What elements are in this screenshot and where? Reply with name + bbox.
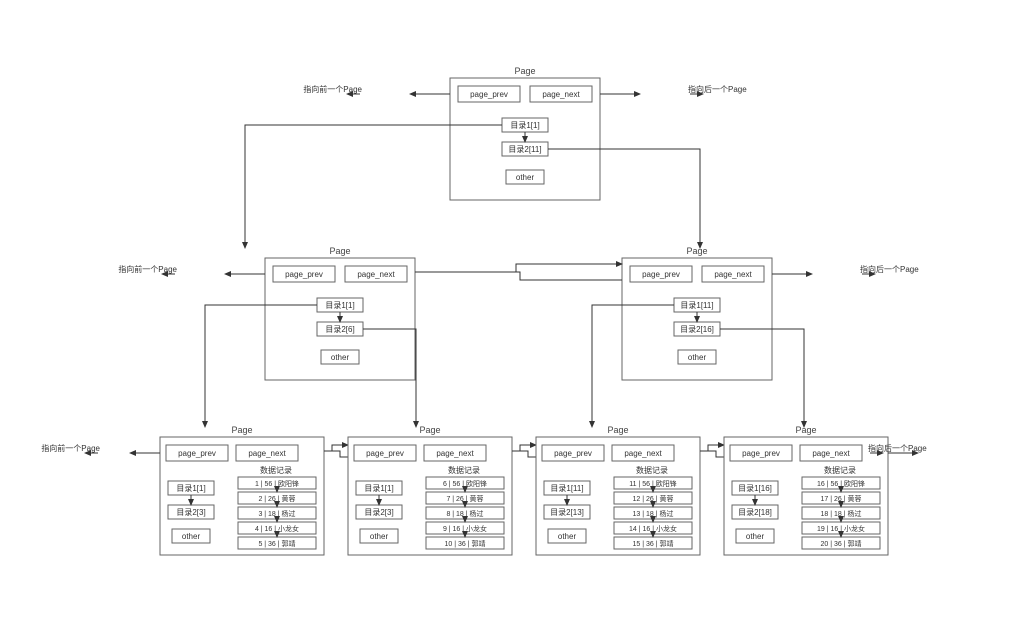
page-title: Page <box>795 425 816 435</box>
svg-text:other: other <box>688 353 707 362</box>
arrow <box>704 451 724 457</box>
page-prev-button[interactable]: page_prev <box>742 449 780 458</box>
page-title: Page <box>231 425 252 435</box>
page-title: Page <box>514 66 535 76</box>
other-entry: other <box>370 532 389 541</box>
dir-entry: 目录1[11] <box>550 484 583 493</box>
data-row: 13 | 18 | 杨过 <box>633 509 674 518</box>
dir-entry: 目录1[1] <box>176 484 205 493</box>
arrow <box>512 445 536 451</box>
dir-entry: 目录1[1] <box>510 121 539 130</box>
data-row: 11 | 56 | 欧阳锋 <box>629 479 676 488</box>
page-leaf: Page page_prev page_next 目录1[16] 目录2[18] othe… <box>724 425 888 555</box>
page-leaf: Page page_prev page_next 目录1[1] 目录2[3] other 数… <box>160 425 324 555</box>
data-row: 5 | 36 | 郭靖 <box>258 539 295 548</box>
other-entry: other <box>516 173 535 182</box>
data-row: 8 | 18 | 杨过 <box>446 509 483 518</box>
page-next-button[interactable]: page_next <box>542 90 580 99</box>
data-row: 19 | 16 | 小龙女 <box>817 524 865 533</box>
arrow <box>510 272 622 280</box>
data-row: 16 | 56 | 欧阳锋 <box>817 479 865 488</box>
data-row: 7 | 26 | 黄蓉 <box>446 494 483 503</box>
arrow <box>324 445 348 451</box>
page-prev-button[interactable]: page_prev <box>285 270 323 279</box>
data-row: 14 | 16 | 小龙女 <box>629 524 677 533</box>
ptr-prev-label: 指向前一个Page <box>41 443 100 453</box>
page-prev-button[interactable]: page_prev <box>178 449 216 458</box>
page-next-button[interactable]: page_next <box>812 449 850 458</box>
svg-text:目录2[16]: 目录2[16] <box>680 325 714 334</box>
other-entry: other <box>558 532 577 541</box>
data-row: 2 | 26 | 黄蓉 <box>258 494 295 503</box>
ptr-next-label: 指向后一个Page <box>688 84 747 94</box>
data-row: 20 | 36 | 郭靖 <box>821 539 862 548</box>
data-records-label: 数据记录 <box>448 465 480 475</box>
arrow <box>516 451 536 457</box>
data-records-label: 数据记录 <box>260 465 292 475</box>
data-row: 3 | 18 | 杨过 <box>258 509 295 518</box>
page-title: Page <box>607 425 628 435</box>
dir-entry: 目录2[3] <box>176 508 205 517</box>
data-row: 12 | 26 | 黄蓉 <box>633 494 674 503</box>
page-leaf: Page page_prev page_next 目录1[1] 目录2[3] other 数… <box>348 425 512 555</box>
svg-text:Page: Page <box>329 246 350 256</box>
svg-text:Page: Page <box>686 246 707 256</box>
page-leaf: Page page_prev page_next 目录1[11] 目录2[13] othe… <box>536 425 700 555</box>
data-row: 4 | 16 | 小龙女 <box>255 524 299 533</box>
dir-entry: 目录2[13] <box>550 508 584 517</box>
page-prev-button[interactable]: page_prev <box>366 449 404 458</box>
other-entry: other <box>182 532 201 541</box>
arrow <box>415 264 622 272</box>
page-title: Page <box>419 425 440 435</box>
page-mid-left: Page page_prev page_next 目录1[1] 目录2[6] o… <box>265 246 415 380</box>
page-mid-right: Page page_prev page_next 目录1[11] 目录2[16]… <box>622 246 772 380</box>
svg-text:other: other <box>331 353 350 362</box>
ptr-prev-label: 指向前一个Page <box>303 84 362 94</box>
page-top: Page page_prev page_next 目录1[1] 目录2[11] … <box>450 66 600 200</box>
page-next-button[interactable]: page_next <box>624 449 662 458</box>
arrow <box>328 451 348 457</box>
page-prev-button[interactable]: page_prev <box>470 90 508 99</box>
data-records-label: 数据记录 <box>824 465 856 475</box>
page-prev-button[interactable]: page_prev <box>554 449 592 458</box>
ptr-prev-label: 指向前一个Page <box>118 264 177 274</box>
ptr-next-label: 指向后一个Page <box>860 264 919 274</box>
data-row: 15 | 36 | 郭靖 <box>633 539 674 548</box>
page-next-button[interactable]: page_next <box>357 270 395 279</box>
data-row: 9 | 16 | 小龙女 <box>443 524 487 533</box>
data-row: 1 | 56 | 欧阳锋 <box>255 479 299 488</box>
dir-entry: 目录1[1] <box>364 484 393 493</box>
page-next-button[interactable]: page_next <box>248 449 286 458</box>
arrow <box>700 445 724 451</box>
svg-text:目录1[1]: 目录1[1] <box>325 301 354 310</box>
data-row: 10 | 36 | 郭靖 <box>445 539 486 548</box>
data-row: 6 | 56 | 欧阳锋 <box>443 479 487 488</box>
dir-entry: 目录2[18] <box>738 508 772 517</box>
dir-entry: 目录2[3] <box>364 508 393 517</box>
data-row: 17 | 26 | 黄蓉 <box>821 494 862 503</box>
dir-entry: 目录2[11] <box>508 145 541 154</box>
page-prev-button[interactable]: page_prev <box>642 270 680 279</box>
page-next-button[interactable]: page_next <box>436 449 474 458</box>
svg-text:目录2[6]: 目录2[6] <box>325 325 354 334</box>
ptr-next-label: 指向后一个Page <box>868 443 927 453</box>
svg-text:目录1[11]: 目录1[11] <box>680 301 713 310</box>
page-next-button[interactable]: page_next <box>714 270 752 279</box>
data-records-label: 数据记录 <box>636 465 668 475</box>
data-row: 18 | 18 | 杨过 <box>821 509 862 518</box>
dir-entry: 目录1[16] <box>738 484 772 493</box>
other-entry: other <box>746 532 765 541</box>
diagram-canvas: Page page_prev page_next 目录1[1] 目录2[11] … <box>0 0 1020 626</box>
